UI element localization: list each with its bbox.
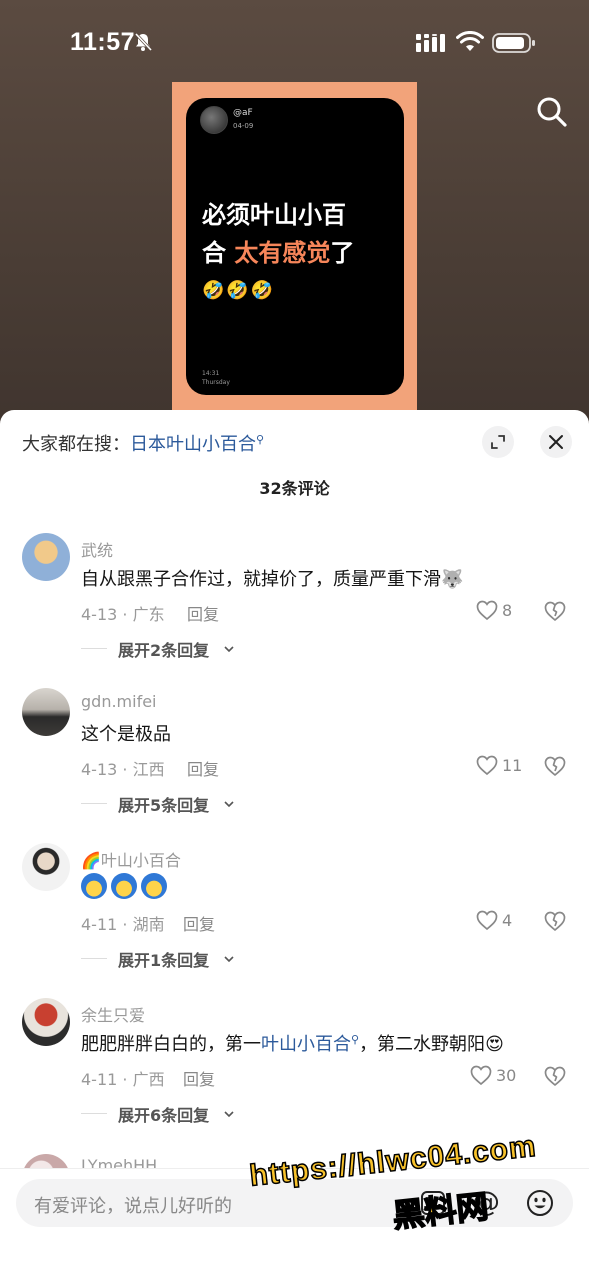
reply-button[interactable]: 回复 xyxy=(183,911,215,935)
broken-heart-icon[interactable] xyxy=(543,754,567,778)
divider xyxy=(81,803,107,804)
comment-input[interactable]: 有爱评论，说点儿好听的 @ xyxy=(16,1179,573,1227)
comment-text: 肥肥胖胖白白的，第一叶山小百合⚲，第二水野朝阳😍 xyxy=(81,1030,504,1056)
heart-icon xyxy=(470,1065,492,1086)
bell-muted-icon xyxy=(134,32,153,52)
card-handle: @aF xyxy=(233,108,253,118)
expand-button[interactable] xyxy=(482,426,514,458)
caption-text-end: 了 xyxy=(330,239,355,267)
expand-replies-label: 展开1条回复 xyxy=(118,951,210,970)
divider xyxy=(81,648,107,649)
card-time: 14:31 xyxy=(202,370,220,377)
divider xyxy=(81,1113,107,1114)
sticker-emoji xyxy=(111,873,137,899)
comment-emoji: 😍 xyxy=(485,1034,504,1055)
image-icon[interactable] xyxy=(420,1190,446,1216)
comment-author[interactable]: 武统 xyxy=(81,537,113,561)
card-avatar xyxy=(200,106,228,134)
mention-icon[interactable]: @ xyxy=(472,1185,500,1218)
comment-meta: 4-13 · 江西 xyxy=(81,760,165,779)
broken-heart-icon[interactable] xyxy=(543,1064,567,1088)
comment-meta: 4-13 · 广东 xyxy=(81,605,165,624)
comment-body-end: ，第二水野朝阳 xyxy=(359,1034,486,1055)
like-count: 30 xyxy=(496,1066,517,1085)
video-screenshot-card: @aF 04-09 必须叶山小百 合 太有感觉了 🤣🤣🤣 14:31 Thurs… xyxy=(186,98,404,395)
avatar[interactable] xyxy=(22,533,70,581)
reply-button[interactable]: 回复 xyxy=(187,601,219,625)
heart-icon xyxy=(476,910,498,931)
card-timestamp: 14:31 Thursday xyxy=(202,369,230,387)
like-button[interactable]: 8 xyxy=(470,599,530,623)
comment-text: 这个是极品 xyxy=(81,724,171,745)
caption-text: 合 xyxy=(202,239,235,267)
video-caption: 必须叶山小百 合 太有感觉了 xyxy=(202,196,397,272)
comment-input-placeholder: 有爱评论，说点儿好听的 xyxy=(34,1196,232,1217)
cellular-signal-icon xyxy=(416,34,445,52)
caption-line-2: 合 太有感觉了 xyxy=(202,234,397,272)
like-count: 11 xyxy=(502,756,523,775)
like-button[interactable]: 4 xyxy=(470,909,530,933)
expand-replies-label: 展开5条回复 xyxy=(118,796,210,815)
search-suggestion-prefix: 大家都在搜： xyxy=(22,434,130,455)
heart-icon xyxy=(476,755,498,776)
avatar[interactable] xyxy=(22,688,70,736)
card-date: 04-09 xyxy=(233,122,254,130)
caption-emoji: 🤣🤣🤣 xyxy=(202,280,276,301)
chevron-down-icon xyxy=(224,801,234,808)
search-suggestion-link[interactable]: 日本叶山小百合 xyxy=(130,434,256,455)
comment-count: 32条评论 xyxy=(259,479,330,498)
comment-input-bar: 有爱评论，说点儿好听的 @ xyxy=(0,1168,589,1280)
close-button[interactable] xyxy=(540,426,572,458)
comment-body: 自从跟黑子合作过，就掉价了，质量严重下滑 xyxy=(81,569,441,590)
magnifier-icon: ⚲ xyxy=(256,433,265,446)
comment-author[interactable]: 余生只爱 xyxy=(81,1002,145,1026)
heart-icon xyxy=(476,600,498,621)
avatar[interactable] xyxy=(22,998,70,1046)
comment-item[interactable]: 余生只爱 肥肥胖胖白白的，第一叶山小百合⚲，第二水野朝阳😍 4-11 · 广西 … xyxy=(0,998,589,1148)
comment-meta: 4-11 · 广西 xyxy=(81,1070,165,1089)
comment-emoji: 🐺 xyxy=(441,569,464,590)
close-icon xyxy=(549,435,563,449)
status-bar: 11:57 xyxy=(0,0,589,80)
comment-author[interactable]: gdn.mifei xyxy=(81,692,157,711)
comment-item[interactable]: 🌈叶山小百合 4-11 · 湖南 回复 4 展开1条回复 xyxy=(0,843,589,993)
comment-search-link[interactable]: 叶山小百合 xyxy=(261,1034,351,1055)
like-count: 4 xyxy=(502,911,513,930)
sticker-emoji xyxy=(81,873,107,899)
emoji-icon[interactable] xyxy=(526,1189,554,1217)
search-suggestion[interactable]: 大家都在搜：日本叶山小百合⚲ xyxy=(22,430,264,456)
expand-replies-label: 展开2条回复 xyxy=(118,641,210,660)
comment-text: 自从跟黑子合作过，就掉价了，质量严重下滑🐺 xyxy=(81,565,463,591)
expand-icon xyxy=(491,435,505,449)
sticker-emoji xyxy=(141,873,167,899)
broken-heart-icon[interactable] xyxy=(543,599,567,623)
broken-heart-icon[interactable] xyxy=(543,909,567,933)
magnifier-icon: ⚲ xyxy=(351,1033,360,1046)
chevron-down-icon xyxy=(224,646,234,653)
battery-icon xyxy=(492,33,535,53)
wifi-icon xyxy=(456,31,484,51)
comment-item[interactable]: gdn.mifei 这个是极品 4-13 · 江西 回复 11 展开5条回复 xyxy=(0,688,589,838)
caption-line-1: 必须叶山小百 xyxy=(202,201,346,229)
expand-replies-label: 展开6条回复 xyxy=(118,1106,210,1125)
comment-body: 肥肥胖胖白白的，第一 xyxy=(81,1034,261,1055)
reply-button[interactable]: 回复 xyxy=(187,756,219,780)
chevron-down-icon xyxy=(224,1111,234,1118)
search-icon[interactable] xyxy=(534,94,570,130)
avatar[interactable] xyxy=(22,843,70,891)
comment-author[interactable]: 🌈叶山小百合 xyxy=(81,847,181,871)
divider xyxy=(81,958,107,959)
chevron-down-icon xyxy=(224,956,234,963)
like-button[interactable]: 11 xyxy=(470,754,530,778)
reply-button[interactable]: 回复 xyxy=(183,1066,215,1090)
like-count: 8 xyxy=(502,601,513,620)
comment-text xyxy=(81,873,171,899)
status-time: 11:57 xyxy=(70,28,136,56)
card-day: Thursday xyxy=(202,379,230,386)
caption-highlight: 太有感觉 xyxy=(234,239,331,267)
comment-item[interactable]: 武统 自从跟黑子合作过，就掉价了，质量严重下滑🐺 4-13 · 广东 回复 8 … xyxy=(0,533,589,683)
comment-meta: 4-11 · 湖南 xyxy=(81,915,165,934)
like-button[interactable]: 30 xyxy=(464,1064,524,1088)
